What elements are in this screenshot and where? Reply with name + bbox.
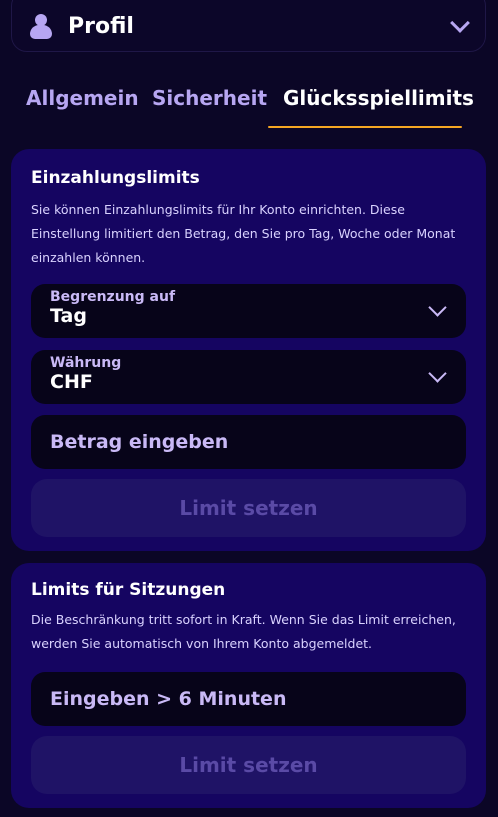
active-tab-indicator	[268, 126, 462, 128]
deposit-limits-description: Sie können Einzahlungslimits für Ihr Kon…	[31, 202, 456, 265]
deposit-set-limit-button[interactable]: Limit setzen	[31, 479, 466, 537]
session-duration-field	[31, 672, 466, 726]
period-select-label: Begrenzung auf	[50, 289, 176, 305]
session-limits-card: Limits für Sitzungen Die Beschränkung tr…	[11, 563, 486, 808]
amount-input[interactable]	[50, 415, 440, 469]
gambling-limits-page: Profil Allgemein Sicherheit Glücksspiell…	[0, 0, 498, 817]
currency-select-value: CHF	[50, 371, 93, 393]
tab-bar: Allgemein Sicherheit Glücksspiellimits	[0, 78, 498, 130]
chevron-down-icon[interactable]	[450, 13, 470, 33]
amount-field	[31, 415, 466, 469]
tab-allgemein[interactable]: Allgemein	[26, 86, 139, 110]
deposit-limits-card: Einzahlungslimits Sie können Einzahlungs…	[11, 149, 486, 551]
tab-gluecksspiellimits[interactable]: Glücksspiellimits	[283, 86, 474, 110]
session-duration-input[interactable]	[50, 672, 440, 726]
chevron-down-icon	[428, 364, 447, 383]
currency-select[interactable]: Währung CHF	[31, 350, 466, 404]
profile-title: Profil	[68, 13, 134, 39]
period-select-value: Tag	[50, 305, 87, 327]
session-limits-description: Die Beschränkung tritt sofort in Kraft. …	[31, 612, 456, 651]
profile-dropdown[interactable]: Profil	[11, 0, 486, 52]
chevron-down-icon	[428, 298, 447, 317]
user-icon	[30, 13, 52, 39]
currency-select-label: Währung	[50, 355, 122, 371]
session-set-limit-button[interactable]: Limit setzen	[31, 736, 466, 794]
deposit-limits-title: Einzahlungslimits	[31, 168, 200, 188]
session-limits-title: Limits für Sitzungen	[31, 580, 226, 600]
period-select[interactable]: Begrenzung auf Tag	[31, 284, 466, 338]
tab-sicherheit[interactable]: Sicherheit	[152, 86, 267, 110]
